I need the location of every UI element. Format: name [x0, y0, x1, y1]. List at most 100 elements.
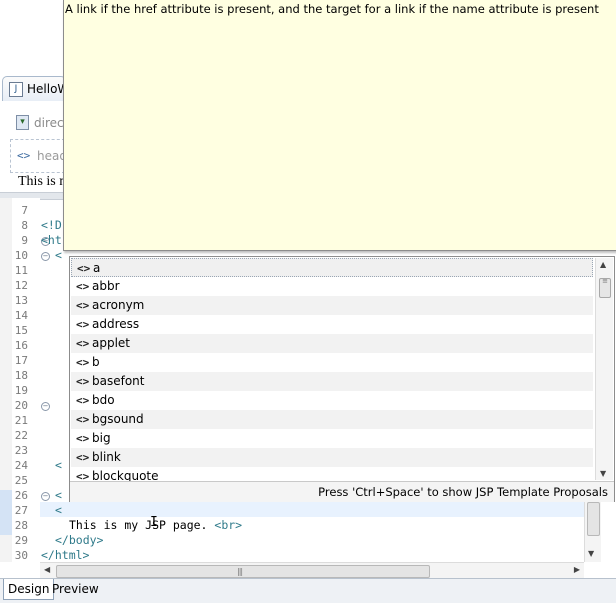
line-number: 14 [14, 309, 28, 322]
jsp-file-icon: J [9, 82, 23, 97]
line-number: 18 [14, 369, 28, 382]
code-line-8[interactable]: <!D [41, 218, 62, 233]
proposal-item[interactable]: <> abbr [71, 277, 593, 296]
line-number: 8 [21, 219, 28, 232]
proposal-status-text[interactable]: Press 'Ctrl+Space' to show JSP Template … [318, 485, 608, 499]
code-line-28-text: This is my JSP page. [69, 518, 215, 532]
angle-brackets-icon: <> [76, 356, 90, 369]
proposal-item[interactable]: <> big [71, 429, 593, 448]
line-number: 25 [14, 474, 28, 487]
line-number: 28 [14, 519, 28, 532]
scroll-down-arrow-icon[interactable]: ▼ [600, 469, 606, 478]
editor-tab[interactable]: J HelloW [2, 76, 69, 101]
angle-brackets-icon: <> [17, 149, 31, 162]
angle-brackets-icon: <> [76, 318, 90, 331]
fold-toggle-icon[interactable]: − [41, 252, 50, 261]
proposal-item[interactable]: <> bgsound [71, 410, 593, 429]
line-number: 7 [21, 204, 28, 217]
proposal-status-bar: Press 'Ctrl+Space' to show JSP Template … [70, 481, 614, 502]
scroll-left-arrow-icon[interactable]: ◀ [44, 565, 50, 574]
tab-preview[interactable]: Preview [48, 579, 103, 599]
vertical-scroll-thumb[interactable] [587, 502, 600, 536]
design-body-text[interactable]: This is my [18, 174, 64, 190]
angle-brackets-icon: <> [76, 470, 90, 481]
horizontal-scroll-thumb[interactable]: ||| [56, 565, 430, 578]
ibeam-cursor-icon: I [150, 515, 158, 530]
proposal-scroll-thumb[interactable]: ≡ [599, 278, 611, 298]
scroll-down-arrow-icon[interactable]: ▼ [588, 549, 594, 558]
line-number: 10 [14, 249, 28, 262]
angle-brackets-icon: <> [76, 280, 90, 293]
proposal-label: abbr [92, 279, 120, 293]
editor-horizontal-scrollbar[interactable]: ◀ ||| ▶ [40, 562, 584, 579]
tab-design[interactable]: Design [3, 579, 55, 600]
proposal-list[interactable]: <> a <> abbr <> acronym <> address <> applet … [71, 258, 593, 481]
code-line-28-tag: <br> [214, 518, 243, 532]
current-line-highlight [40, 502, 584, 517]
proposal-scrollbar[interactable]: ▲ ≡ ▼ [595, 258, 613, 480]
angle-brackets-icon: <> [76, 375, 90, 388]
angle-brackets-icon: <> [76, 432, 90, 445]
proposal-label: basefont [92, 374, 145, 388]
proposal-item[interactable]: <> blink [71, 448, 593, 467]
fold-toggle-icon[interactable]: − [41, 492, 50, 501]
proposal-label: a [93, 261, 101, 275]
proposal-item[interactable]: <> a [71, 258, 593, 277]
proposal-item[interactable]: <> acronym [71, 296, 593, 315]
angle-brackets-icon: <> [76, 337, 90, 350]
angle-brackets-icon: <> [76, 451, 90, 464]
proposal-label: applet [92, 336, 131, 350]
fold-toggle-icon[interactable]: − [41, 402, 50, 411]
angle-brackets-icon: <> [76, 299, 90, 312]
proposal-label: bgsound [92, 412, 144, 426]
scroll-up-arrow-icon[interactable]: ▲ [600, 260, 606, 269]
line-number: 24 [14, 459, 28, 472]
proposal-label: acronym [92, 298, 145, 312]
line-number: 30 [14, 549, 28, 562]
line-number: 22 [14, 429, 28, 442]
directive-icon: ▾ [16, 115, 29, 130]
line-number: 11 [14, 264, 28, 277]
line-number: 12 [14, 279, 28, 292]
line-number: 29 [14, 534, 28, 547]
line-number: 17 [14, 354, 28, 367]
line-number: 20 [14, 399, 28, 412]
proposal-item[interactable]: <> address [71, 315, 593, 334]
line-number-gutter: 7 8 9 10 11 12 13 14 15 16 17 18 19 20 2… [12, 198, 50, 562]
line-number: 21 [14, 414, 28, 427]
code-line-30[interactable]: </html> [41, 548, 89, 563]
proposal-label: blockquote [92, 469, 159, 481]
proposal-info-tooltip: A link if the href attribute is present,… [63, 0, 616, 251]
design-head-element[interactable]: <> head [10, 139, 67, 173]
scroll-right-arrow-icon[interactable]: ▶ [574, 565, 580, 574]
code-line-9[interactable]: <ht [41, 233, 62, 248]
tooltip-text: A link if the href attribute is present,… [65, 2, 599, 16]
proposal-label: address [92, 317, 140, 331]
proposal-item[interactable]: <> applet [71, 334, 593, 353]
proposal-item[interactable]: <> basefont [71, 372, 593, 391]
code-line-10[interactable]: < [55, 248, 62, 263]
editor-vertical-scrollbar[interactable]: ▼ [584, 498, 601, 562]
editor-mode-tabs: Design Preview [0, 578, 616, 603]
scroll-grip-icon: ||| [237, 567, 243, 576]
proposal-item[interactable]: <> b [71, 353, 593, 372]
line-number: 27 [14, 504, 28, 517]
angle-brackets-icon: <> [76, 394, 90, 407]
line-number: 15 [14, 324, 28, 337]
proposal-label: b [92, 355, 100, 369]
code-line-29[interactable]: </body> [55, 533, 103, 548]
code-line-27[interactable]: < [55, 503, 62, 518]
line-number: 19 [14, 384, 28, 397]
proposal-item[interactable]: <> blockquote [71, 467, 593, 481]
code-line-24[interactable]: < [55, 458, 62, 473]
angle-brackets-icon: <> [77, 262, 91, 275]
design-toolbar: ▾ direct [14, 114, 68, 132]
line-number: 9 [21, 234, 28, 247]
line-number: 23 [14, 444, 28, 457]
content-assist-popup[interactable]: <> a <> abbr <> acronym <> address <> applet … [69, 256, 615, 502]
proposal-label: bdo [92, 393, 115, 407]
line-number: 13 [14, 294, 28, 307]
line-number: 26 [14, 489, 28, 502]
proposal-item[interactable]: <> bdo [71, 391, 593, 410]
code-line-26[interactable]: < [55, 488, 62, 503]
